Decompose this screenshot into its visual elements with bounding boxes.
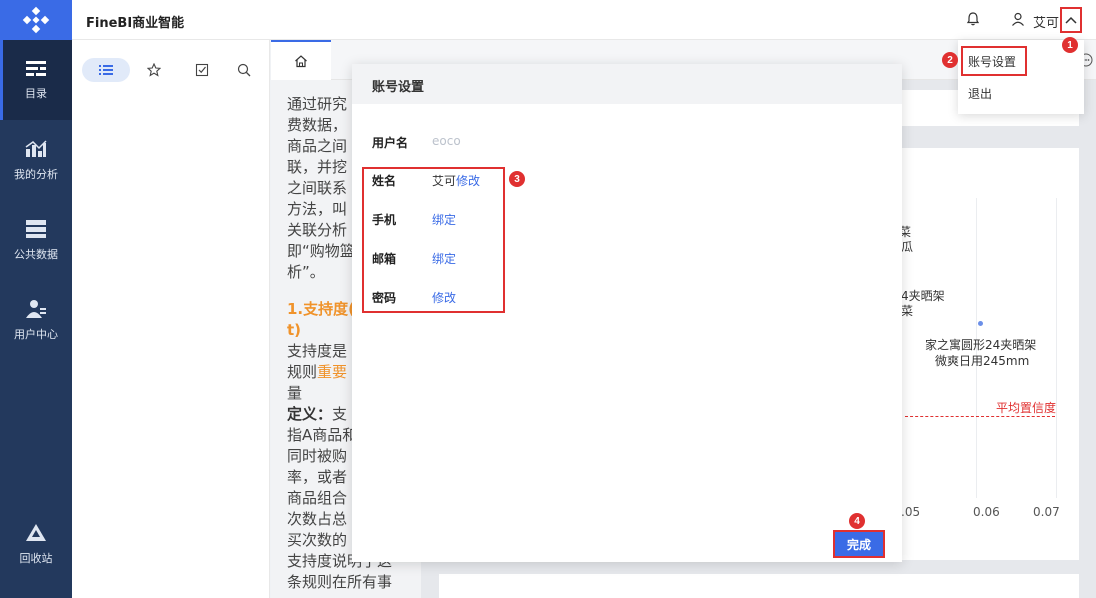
email-label: 邮箱 — [372, 252, 397, 266]
nav-item-my-analysis[interactable]: 我的分析 — [0, 120, 72, 200]
user-center-icon — [26, 299, 46, 318]
step-badge: 4 — [849, 513, 865, 529]
avg-confidence-label: 平均置信度 — [996, 401, 1057, 415]
catalog-panel — [72, 40, 270, 598]
tab-list[interactable] — [82, 58, 130, 82]
nav-item-catalog[interactable]: 目录 — [0, 40, 72, 120]
user-menu-toggle[interactable] — [1060, 7, 1082, 33]
name-label: 姓名 — [372, 174, 397, 188]
chart-point-label: 菜 — [901, 304, 914, 318]
username-label: 用户名 — [372, 136, 409, 150]
username-value: eoco — [432, 134, 461, 148]
grid-line — [1056, 198, 1057, 498]
top-bar: FineBI商业智能 艾可 — [0, 0, 1096, 40]
chart-point-label: 家之寓圆形24夹晒架 — [925, 338, 1037, 352]
nav-item-public-data[interactable]: 公共数据 — [0, 200, 72, 280]
user-name[interactable]: 艾可 — [1033, 12, 1059, 31]
app-logo[interactable] — [0, 0, 72, 40]
x-tick-label: .05 — [901, 505, 921, 519]
password-label: 密码 — [372, 291, 397, 305]
bell-icon[interactable] — [965, 11, 981, 30]
public-data-icon — [26, 219, 46, 238]
chart-point-label: 微爽日用245mm — [935, 354, 1030, 368]
dialog-header: 账号设置 — [352, 64, 902, 104]
nav-label: 目录 — [25, 86, 47, 100]
my-analysis-icon — [25, 139, 47, 157]
nav-label: 我的分析 — [14, 167, 58, 181]
chart-point-label: 瓜 — [901, 240, 914, 254]
dialog-title: 账号设置 — [372, 80, 425, 95]
home-icon — [295, 55, 307, 68]
highlight-box — [961, 46, 1027, 76]
tab-tasks[interactable] — [192, 58, 212, 82]
x-tick-label: 0.07 — [1033, 505, 1060, 519]
avg-confidence-line — [905, 416, 1055, 417]
chevron-up-icon — [1065, 16, 1077, 24]
phone-label: 手机 — [372, 213, 397, 227]
tab-search[interactable] — [234, 58, 254, 82]
list-icon — [99, 65, 113, 75]
nav-label: 公共数据 — [14, 247, 58, 261]
dashboard-card — [439, 574, 1079, 598]
change-password-link[interactable]: 修改 — [432, 289, 456, 306]
step-badge: 2 — [942, 52, 958, 68]
menu-item-logout[interactable]: 退出 — [958, 78, 1084, 108]
tab-home[interactable] — [271, 40, 331, 80]
account-settings-dialog: 账号设置 用户名 eoco 姓名 艾可修改 手机 绑定 邮箱 绑定 密码 修改 … — [352, 64, 902, 562]
nav-label: 用户中心 — [14, 327, 58, 341]
chart-point[interactable] — [978, 321, 983, 326]
name-field: 艾可修改 — [432, 172, 480, 189]
name-value: 艾可 — [432, 174, 457, 188]
left-nav: 目录 我的分析 公共数据 用户中心 回收站 — [0, 40, 72, 598]
bind-email-link[interactable]: 绑定 — [432, 250, 456, 267]
search-icon — [237, 63, 251, 77]
nav-item-user-center[interactable]: 用户中心 — [0, 280, 72, 360]
step-badge: 3 — [509, 171, 525, 187]
edit-name-link[interactable]: 修改 — [456, 174, 480, 188]
x-tick-label: 0.06 — [973, 505, 1000, 519]
done-button[interactable]: 完成 — [833, 530, 885, 558]
app-title: FineBI商业智能 — [86, 16, 185, 31]
nav-item-recycle-bin[interactable]: 回收站 — [0, 504, 72, 584]
step-badge: 1 — [1062, 37, 1078, 53]
user-icon[interactable] — [1010, 11, 1026, 30]
nav-label: 回收站 — [19, 551, 53, 565]
catalog-icon — [26, 60, 46, 76]
check-square-icon — [195, 63, 209, 77]
bind-phone-link[interactable]: 绑定 — [432, 211, 456, 228]
logo-icon — [22, 6, 50, 34]
star-icon — [147, 63, 161, 77]
recycle-bin-icon — [26, 523, 46, 541]
tab-favorites[interactable] — [144, 58, 164, 82]
